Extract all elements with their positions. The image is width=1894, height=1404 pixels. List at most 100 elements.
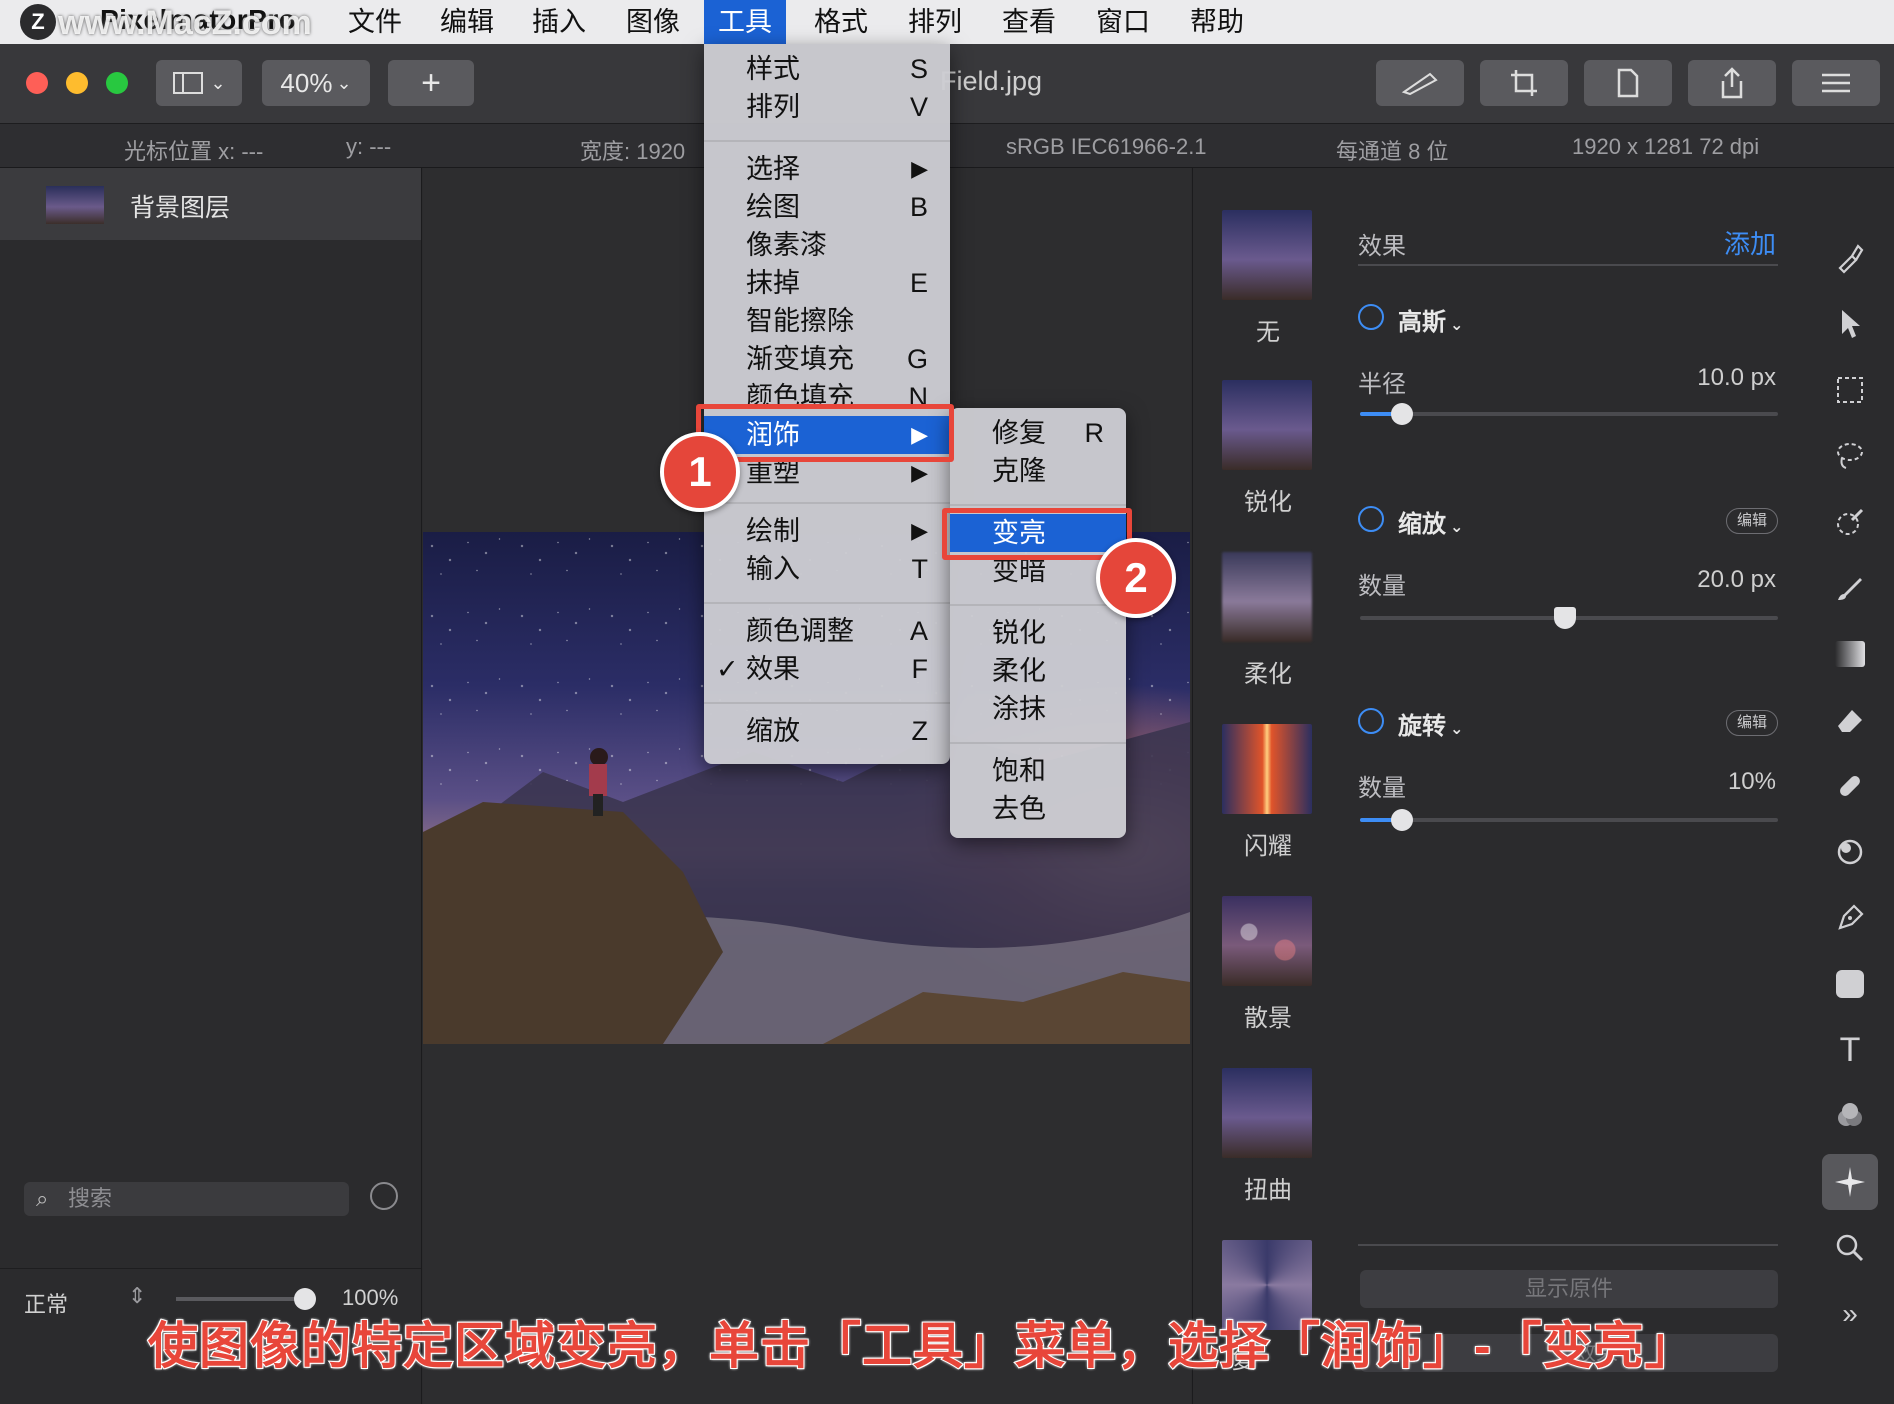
zoom-title[interactable]: 缩放 ⌄ (1398, 504, 1463, 539)
menu-help[interactable]: 帮助 (1176, 0, 1258, 44)
menu-item-sharpen[interactable]: 锐化 (950, 614, 1126, 652)
spin-title[interactable]: 旋转 ⌄ (1398, 706, 1463, 741)
app-logo-icon: Z (20, 4, 56, 40)
menu-format[interactable]: 格式 (800, 0, 882, 44)
zoom-tool-icon[interactable] (1822, 1220, 1878, 1276)
retouch-tool-icon[interactable] (1822, 758, 1878, 814)
type-tool-icon[interactable]: T (1822, 1022, 1878, 1078)
menu-item-label: 渐变填充 (746, 344, 854, 374)
spin-slider[interactable] (1360, 809, 1778, 831)
preset-label: 扭曲 (1244, 1177, 1292, 1204)
slider-knob[interactable] (1390, 809, 1413, 831)
slider-knob[interactable] (1390, 403, 1413, 425)
menu-item-smudge[interactable]: 涂抹 (950, 690, 1126, 728)
menu-item-smart-erase[interactable]: 智能擦除 (704, 302, 950, 340)
gaussian-name: 高斯 (1398, 309, 1446, 336)
spin-toggle[interactable] (1358, 708, 1384, 734)
menu-item-draw[interactable]: 绘制 ▶ (704, 512, 950, 550)
menu-item-repair[interactable]: 修复 R (950, 414, 1126, 452)
shape-tool-icon[interactable] (1822, 956, 1878, 1012)
step-badge-2: 2 (1096, 538, 1176, 618)
menu-insert[interactable]: 插入 (518, 0, 600, 44)
preset-distort[interactable]: 扭曲 (1222, 1068, 1314, 1205)
menu-item-label: 饱和 (992, 756, 1046, 786)
menu-item-erase[interactable]: 抹掉 E (704, 264, 950, 302)
layers-search-input[interactable]: ⌕ 搜索 (24, 1182, 349, 1216)
image-dimensions: 1920 x 1281 72 dpi (1572, 134, 1760, 159)
menu-file[interactable]: 文件 (334, 0, 416, 44)
effects-tool-icon[interactable] (1822, 1154, 1878, 1210)
menu-item-soften[interactable]: 柔化 (950, 652, 1126, 690)
menu-item-label: 抹掉 (746, 268, 800, 298)
share-button[interactable] (1688, 60, 1776, 106)
menu-item-type[interactable]: 输入 T (704, 550, 950, 588)
chevron-down-icon: ⌄ (210, 72, 226, 93)
rect-select-tool-icon[interactable] (1822, 362, 1878, 418)
menu-edit[interactable]: 编辑 (426, 0, 508, 44)
gaussian-toggle[interactable] (1358, 304, 1384, 330)
gaussian-title[interactable]: 高斯 ⌄ (1398, 302, 1463, 337)
filter-icon[interactable] (370, 1182, 398, 1210)
gradient-tool-icon[interactable] (1822, 626, 1878, 682)
preset-shine[interactable]: 闪耀 (1222, 724, 1314, 861)
arrange-tool-icon[interactable] (1822, 296, 1878, 352)
quick-select-tool-icon[interactable] (1822, 494, 1878, 550)
pen-tool-icon[interactable] (1822, 890, 1878, 946)
lasso-tool-icon[interactable] (1822, 428, 1878, 484)
blend-mode-select[interactable]: 正常 (24, 1287, 68, 1319)
menu-window[interactable]: 窗口 (1082, 0, 1164, 44)
pen-tool-button[interactable] (1376, 60, 1464, 106)
menu-view[interactable]: 查看 (988, 0, 1070, 44)
sidebar-icon (173, 72, 204, 94)
menu-image[interactable]: 图像 (612, 0, 694, 44)
menu-item-paint[interactable]: 绘图 B (704, 188, 950, 226)
add-effect-button[interactable]: 添加 (1724, 224, 1776, 261)
layer-row[interactable]: 背景图层 (0, 168, 421, 240)
adjust-settings-button[interactable] (1792, 60, 1880, 106)
opacity-slider[interactable] (176, 1288, 316, 1310)
menu-item-desaturate[interactable]: 去色 (950, 790, 1126, 828)
spin-edit-button[interactable]: 编辑 (1726, 710, 1778, 736)
show-original-button[interactable]: 显示原件 (1360, 1270, 1778, 1308)
preset-soften[interactable]: 柔化 (1222, 552, 1314, 689)
reshape-tool-icon[interactable] (1822, 824, 1878, 880)
menu-item-saturate[interactable]: 饱和 (950, 752, 1126, 790)
menu-arrange[interactable]: 排列 (894, 0, 976, 44)
preset-none[interactable]: 无 (1222, 210, 1314, 347)
zoom-edit-button[interactable]: 编辑 (1726, 508, 1778, 534)
color-adjust-tool-icon[interactable] (1822, 1088, 1878, 1144)
menu-item-select[interactable]: 选择 ▶ (704, 150, 950, 188)
preset-bokeh[interactable]: 散景 (1222, 896, 1314, 1033)
brush-icon (1401, 72, 1438, 96)
menu-item-zoom[interactable]: 缩放 Z (704, 712, 950, 750)
zoom-level-button[interactable]: 40% ⌄ (262, 60, 370, 106)
menu-item-effects[interactable]: ✓ 效果 F (704, 650, 950, 688)
zoom-name: 缩放 (1398, 511, 1446, 538)
menu-tools[interactable]: 工具 (704, 0, 786, 44)
zoom-window-button[interactable] (106, 72, 128, 94)
style-tool-icon[interactable] (1822, 230, 1878, 286)
menu-item-clone[interactable]: 克隆 (950, 452, 1126, 490)
paint-brush-tool-icon[interactable] (1822, 560, 1878, 616)
menu-item-arrange[interactable]: 排列 V (704, 88, 950, 126)
crop-button[interactable] (1480, 60, 1568, 106)
minimize-window-button[interactable] (66, 72, 88, 94)
zoom-slider[interactable] (1360, 607, 1778, 629)
add-button[interactable]: + (388, 60, 474, 106)
sidebar-toggle-button[interactable]: ⌄ (156, 60, 242, 106)
chevron-down-icon: ⌄ (1450, 519, 1464, 536)
gaussian-slider[interactable] (1360, 403, 1778, 425)
menu-separator (704, 140, 950, 142)
preset-sharpen[interactable]: 锐化 (1222, 380, 1314, 517)
menu-item-pixel-paint[interactable]: 像素漆 (704, 226, 950, 264)
more-tools-icon[interactable]: » (1822, 1286, 1878, 1342)
eraser-tool-icon[interactable] (1822, 692, 1878, 748)
zoom-toggle[interactable] (1358, 506, 1384, 532)
close-window-button[interactable] (26, 72, 48, 94)
menu-item-color-adjust[interactable]: 颜色调整 A (704, 612, 950, 650)
layers-panel: 背景图层 正常 ⇕ 100% ⌕ 搜索 (0, 168, 422, 1404)
document-button[interactable] (1584, 60, 1672, 106)
slider-knob[interactable] (1553, 607, 1576, 629)
menu-item-style[interactable]: 样式 S (704, 50, 950, 88)
menu-item-gradient-fill[interactable]: 渐变填充 G (704, 340, 950, 378)
